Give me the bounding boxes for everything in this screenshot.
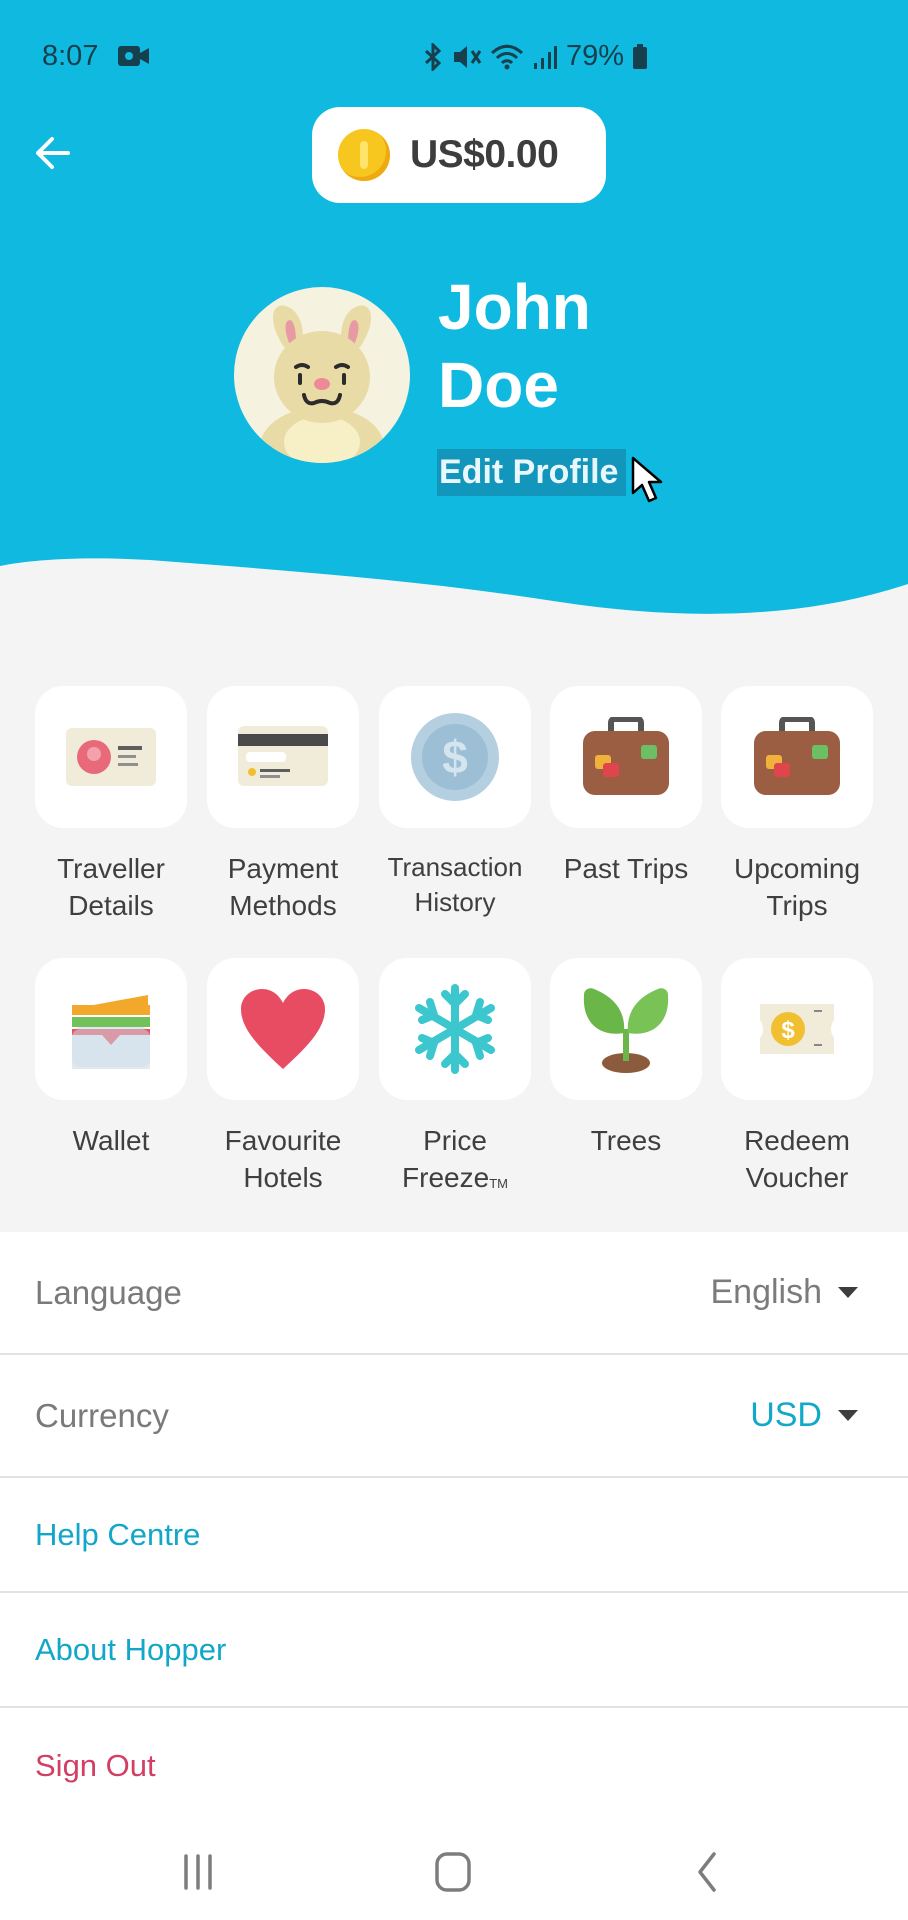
tile-transaction-history-button[interactable]: $ — [379, 686, 531, 828]
tile-label: Redeem — [744, 1125, 850, 1156]
trademark-mark: TM — [489, 1176, 508, 1191]
tile-label: Traveller — [57, 853, 165, 884]
snowflake-icon — [415, 984, 495, 1074]
svg-text:$: $ — [781, 1017, 795, 1044]
currency-label: Currency — [35, 1396, 169, 1434]
tile-label: Voucher — [745, 1162, 849, 1193]
tile-wallet[interactable]: Wallet — [35, 958, 187, 1159]
tile-label: Trips — [766, 890, 828, 921]
sprout-icon — [583, 988, 669, 1073]
sign-out-row[interactable]: Sign Out — [0, 1708, 908, 1823]
settings-list: Language English Currency USD Help Centr… — [0, 1232, 908, 1823]
tile-label: Hotels — [243, 1162, 323, 1193]
tile-label: Past Trips — [563, 853, 689, 884]
tile-price-freeze[interactable]: Price FreezeTM — [379, 958, 531, 1196]
bluetooth-icon — [424, 42, 442, 71]
bunny-avatar-icon — [260, 305, 384, 463]
id-card-icon — [66, 728, 156, 786]
tile-payment-methods[interactable]: Payment Methods — [207, 686, 359, 924]
tile-label: Details — [68, 890, 154, 921]
back-icon[interactable] — [678, 1848, 738, 1896]
tile-label: Trees — [590, 1125, 662, 1156]
tile-label: Price — [423, 1125, 487, 1156]
battery-icon — [633, 43, 648, 69]
mouse-cursor-icon — [631, 456, 663, 503]
tile-past-trips-button[interactable] — [550, 686, 702, 828]
status-bar: 8:07 79% — [0, 30, 908, 82]
user-name: John Doe — [438, 268, 591, 424]
tile-label: Transaction — [387, 852, 523, 882]
tile-label: Payment — [227, 853, 339, 884]
tile-redeem-voucher-button[interactable]: $ — [721, 958, 873, 1100]
dollar-coin-icon: $ — [411, 713, 499, 801]
language-label: Language — [35, 1273, 182, 1311]
help-centre-link[interactable]: Help Centre — [35, 1517, 200, 1553]
tile-redeem-voucher[interactable]: $ Redeem Voucher — [721, 958, 873, 1196]
tile-label: History — [414, 887, 496, 917]
battery-percent: 79% — [566, 40, 625, 72]
tile-trees-button[interactable] — [550, 958, 702, 1100]
svg-text:$: $ — [442, 731, 468, 783]
tile-favourite-hotels-button[interactable] — [207, 958, 359, 1100]
tile-traveller-details[interactable]: Traveller Details — [35, 686, 187, 924]
back-arrow-icon[interactable] — [30, 130, 76, 176]
about-hopper-link[interactable]: About Hopper — [35, 1632, 226, 1668]
wifi-icon — [490, 44, 524, 69]
tile-upcoming-trips[interactable]: Upcoming Trips — [721, 686, 873, 924]
chevron-down-icon — [838, 1287, 858, 1298]
mute-icon — [454, 45, 482, 68]
language-row[interactable]: Language English — [0, 1232, 908, 1355]
tile-upcoming-trips-button[interactable] — [721, 686, 873, 828]
shortcut-grid: Traveller Details Payment Methods $ Transa… — [0, 640, 908, 1232]
screen-record-icon — [118, 46, 149, 66]
help-centre-row[interactable]: Help Centre — [0, 1478, 908, 1593]
home-icon[interactable] — [423, 1848, 483, 1896]
system-nav-bar — [0, 1820, 908, 1920]
avatar[interactable] — [234, 287, 410, 463]
tile-label: Favourite — [224, 1125, 342, 1156]
wallet-icon — [72, 995, 150, 1069]
suitcase-icon — [754, 717, 840, 795]
balance-amount: US$0.00 — [410, 133, 559, 176]
language-select[interactable]: English — [710, 1273, 858, 1312]
tile-past-trips[interactable]: Past Trips — [550, 686, 702, 887]
tile-label: Wallet — [72, 1125, 150, 1156]
status-time: 8:07 — [42, 40, 99, 72]
currency-row[interactable]: Currency USD — [0, 1355, 908, 1478]
recent-apps-icon[interactable] — [168, 1848, 228, 1896]
tile-transaction-history[interactable]: $ Transaction History — [379, 686, 531, 920]
tile-label: Methods — [229, 890, 337, 921]
language-value: English — [710, 1273, 822, 1311]
sign-out-link[interactable]: Sign Out — [35, 1748, 156, 1784]
tile-label: Upcoming — [733, 853, 861, 884]
tile-trees[interactable]: Trees — [550, 958, 702, 1159]
tile-label: Freeze — [402, 1162, 490, 1193]
tile-traveller-details-button[interactable] — [35, 686, 187, 828]
coin-icon — [338, 129, 390, 181]
tile-payment-methods-button[interactable] — [207, 686, 359, 828]
tile-price-freeze-button[interactable] — [379, 958, 531, 1100]
tile-wallet-button[interactable] — [35, 958, 187, 1100]
tile-favourite-hotels[interactable]: Favourite Hotels — [207, 958, 359, 1196]
chevron-down-icon — [838, 1410, 858, 1421]
currency-select[interactable]: USD — [750, 1396, 858, 1435]
user-last-name: Doe — [438, 349, 559, 421]
signal-icon — [534, 45, 557, 69]
credit-card-icon — [238, 726, 328, 786]
user-first-name: John — [438, 271, 591, 343]
edit-profile-link[interactable]: Edit Profile — [437, 449, 627, 496]
voucher-icon: $ — [760, 1004, 834, 1054]
about-hopper-row[interactable]: About Hopper — [0, 1593, 908, 1708]
currency-value: USD — [750, 1396, 822, 1434]
suitcase-icon — [583, 717, 669, 795]
balance-pill[interactable]: US$0.00 — [312, 107, 606, 203]
heart-icon — [241, 989, 325, 1069]
